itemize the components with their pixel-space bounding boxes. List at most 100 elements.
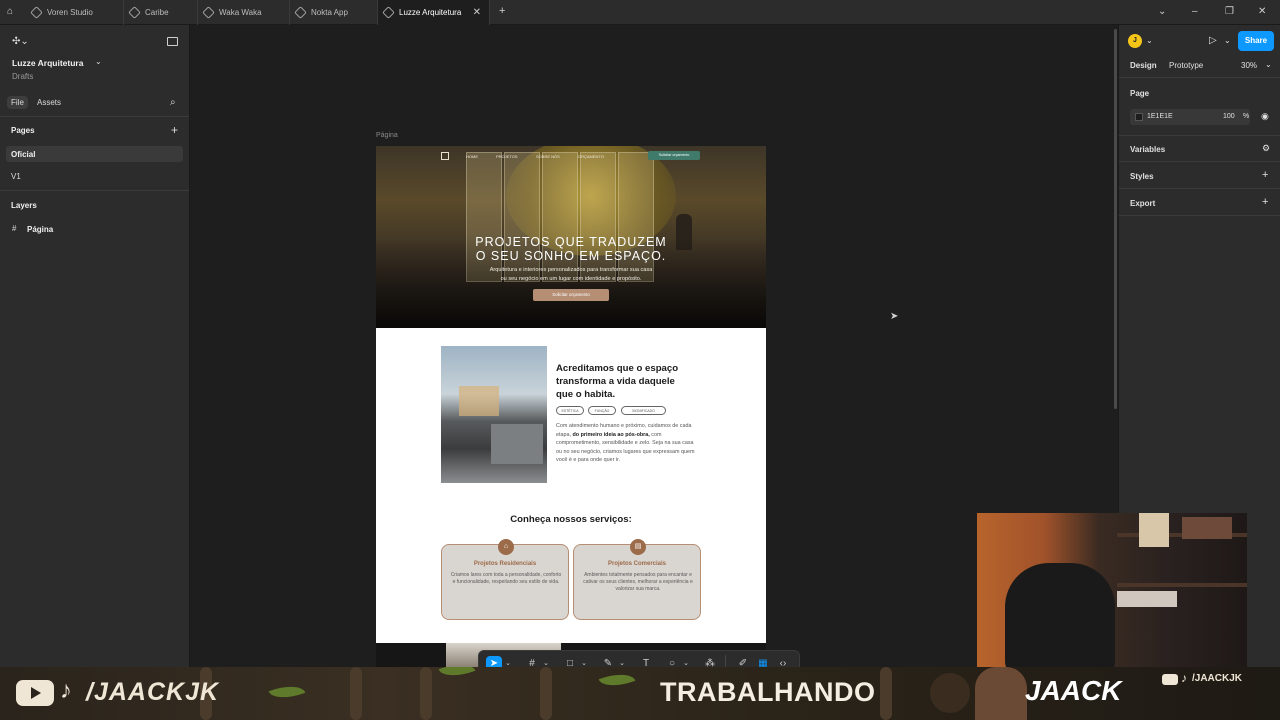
brand-logo: JAACK [1025, 675, 1122, 706]
service-card-residencial[interactable]: ⌂ Projetos Residenciais Criamos lares co… [441, 539, 569, 620]
about-title-line3: que o habita. [556, 389, 616, 400]
new-tab-icon[interactable]: + [499, 5, 505, 17]
layers-title: Layers [11, 201, 37, 210]
figma-file-icon [382, 6, 395, 19]
tab-label: Waka Waka [219, 8, 262, 17]
chevron-down-icon[interactable]: ⌄ [1158, 6, 1166, 17]
add-style-icon[interactable]: + [1262, 169, 1268, 181]
tab-assets[interactable]: Assets [37, 98, 61, 107]
tab-label: Caribe [145, 8, 169, 17]
page-color-field[interactable]: 1E1E1E 100 % [1130, 109, 1250, 125]
variables-title[interactable]: Variables [1130, 145, 1165, 154]
add-export-icon[interactable]: + [1262, 196, 1268, 208]
tab-file[interactable]: File [7, 96, 28, 109]
tab-luzze-arquitetura[interactable]: Luzze Arquitetura ✕ [378, 0, 490, 25]
service-card-comercial[interactable]: ▤ Projetos Comerciais Ambientes totalmen… [573, 539, 701, 620]
figma-file-icon [128, 6, 141, 19]
search-icon[interactable]: ⌕ [170, 97, 176, 108]
hero-cta-button[interactable]: Solicitar orçamento [533, 289, 609, 301]
styles-title[interactable]: Styles [1130, 172, 1154, 181]
about-paragraph: Com atendimento humano e próximo, cuidam… [556, 422, 700, 465]
books [1139, 513, 1169, 547]
pill-funcao: FUNÇÃO [588, 406, 616, 415]
frame-label[interactable]: Página [376, 132, 398, 139]
nav-orcamento[interactable]: ORÇAMENTO [578, 154, 604, 159]
tab-bar: ⌂ Voren Studio Caribe Waka Waka Nokta Ap… [0, 0, 1280, 25]
service-title: Projetos Comerciais [607, 561, 667, 567]
books [1182, 517, 1232, 539]
page-item-oficial[interactable]: Oficial [6, 146, 183, 162]
close-window-icon[interactable]: ✕ [1258, 6, 1266, 17]
shelf [1117, 583, 1247, 587]
service-text: Criamos lares com toda a personalidade, … [450, 572, 562, 585]
variables-icon[interactable]: ⚙ [1262, 143, 1270, 154]
home-icon[interactable]: ⌂ [7, 6, 19, 18]
nav-sobre[interactable]: SOBRE NÓS [536, 154, 560, 159]
divider [1119, 135, 1280, 136]
mouse-cursor-icon: ➤ [890, 311, 899, 322]
present-play-icon[interactable]: ▷ [1209, 35, 1217, 46]
chevron-down-icon[interactable]: ⌄ [1146, 36, 1153, 45]
about-text-bold: do primeiro ideia ao pós-obra, [572, 431, 650, 438]
export-title[interactable]: Export [1130, 199, 1155, 208]
eye-icon[interactable]: ◉ [1261, 111, 1269, 122]
nav-cta-button[interactable]: Solicitar orçamento [648, 151, 700, 160]
layer-item-pagina[interactable]: Página [27, 225, 53, 234]
scrollbar[interactable] [1114, 29, 1117, 409]
page-color-value[interactable]: 1E1E1E [1147, 113, 1173, 120]
page-item-label: Oficial [11, 150, 36, 159]
tab-nokta-app[interactable]: Nokta App [290, 0, 378, 25]
decor-stripe [350, 667, 362, 720]
service-text: Ambientes totalmente pensados para encan… [583, 572, 693, 592]
pill-significado: SIGNIFICADO [621, 406, 666, 415]
nav-cta-label: Solicitar orçamento [658, 153, 690, 157]
figma-file-icon [294, 6, 307, 19]
tab-label: Nokta App [311, 8, 348, 17]
page-frame[interactable]: HOME PROJETOS SOBRE NÓS ORÇAMENTO Solici… [376, 146, 766, 643]
chevron-down-icon[interactable]: ⌄ [1224, 36, 1231, 45]
page-item-v1[interactable]: V1 [11, 172, 21, 181]
tab-waka-waka[interactable]: Waka Waka [198, 0, 290, 25]
left-panel: ✣⌄ Luzze Arquitetura ⌄ Drafts File Asset… [0, 25, 190, 720]
tab-prototype[interactable]: Prototype [1169, 61, 1203, 70]
figma-menu-icon[interactable]: ✣⌄ [12, 36, 29, 47]
avatar[interactable]: J [1128, 34, 1142, 48]
color-swatch[interactable] [1135, 113, 1143, 121]
leaf-decor [598, 667, 636, 693]
chevron-down-icon[interactable]: ⌄ [1265, 60, 1272, 69]
hero-subtitle-line2: ou seu negócio em um lugar com identidad… [500, 276, 642, 282]
decor-stripe [540, 667, 552, 720]
minimize-icon[interactable]: – [1192, 6, 1198, 17]
nav-projetos[interactable]: PROJETOS [496, 154, 518, 159]
add-page-icon[interactable]: + [171, 123, 178, 137]
house-window [459, 386, 499, 416]
decor-stripe [420, 667, 432, 720]
social-handle-small: /JAACKJK [1192, 673, 1243, 684]
decor-stripe [880, 667, 892, 720]
zoom-level[interactable]: 30% [1241, 61, 1257, 70]
tab-caribe[interactable]: Caribe [124, 0, 198, 25]
logo-icon[interactable] [441, 152, 449, 160]
tab-voren-studio[interactable]: Voren Studio [26, 0, 124, 25]
share-button[interactable]: Share [1238, 31, 1274, 51]
close-tab-icon[interactable]: ✕ [473, 7, 481, 18]
about-title-line2: transforma a vida daquele [556, 376, 675, 387]
toggle-sidebar-icon[interactable] [167, 37, 178, 46]
hero-cta-label: Solicitar orçamento [552, 292, 590, 297]
service-title: Projetos Residenciais [473, 561, 537, 567]
page-section-title: Page [1130, 89, 1150, 98]
figma-file-icon [30, 6, 43, 19]
tab-design[interactable]: Design [1130, 61, 1157, 70]
page-opacity-value[interactable]: 100 [1223, 113, 1235, 120]
avatar-character [975, 667, 1027, 720]
nav-home[interactable]: HOME [466, 154, 478, 159]
services-title: Conheça nossos serviços: [510, 514, 632, 525]
maximize-icon[interactable]: ❐ [1225, 6, 1234, 17]
youtube-icon-small [1162, 674, 1178, 685]
chevron-down-icon[interactable]: ⌄ [95, 57, 102, 66]
hero-section: HOME PROJETOS SOBRE NÓS ORÇAMENTO Solici… [376, 146, 766, 328]
pages-title: Pages [11, 126, 35, 135]
hero-title-line1: PROJETOS QUE TRADUZEM [475, 235, 667, 249]
project-name[interactable]: Luzze Arquitetura [12, 58, 83, 68]
tiktok-icon-small: ♪ [1181, 671, 1187, 685]
